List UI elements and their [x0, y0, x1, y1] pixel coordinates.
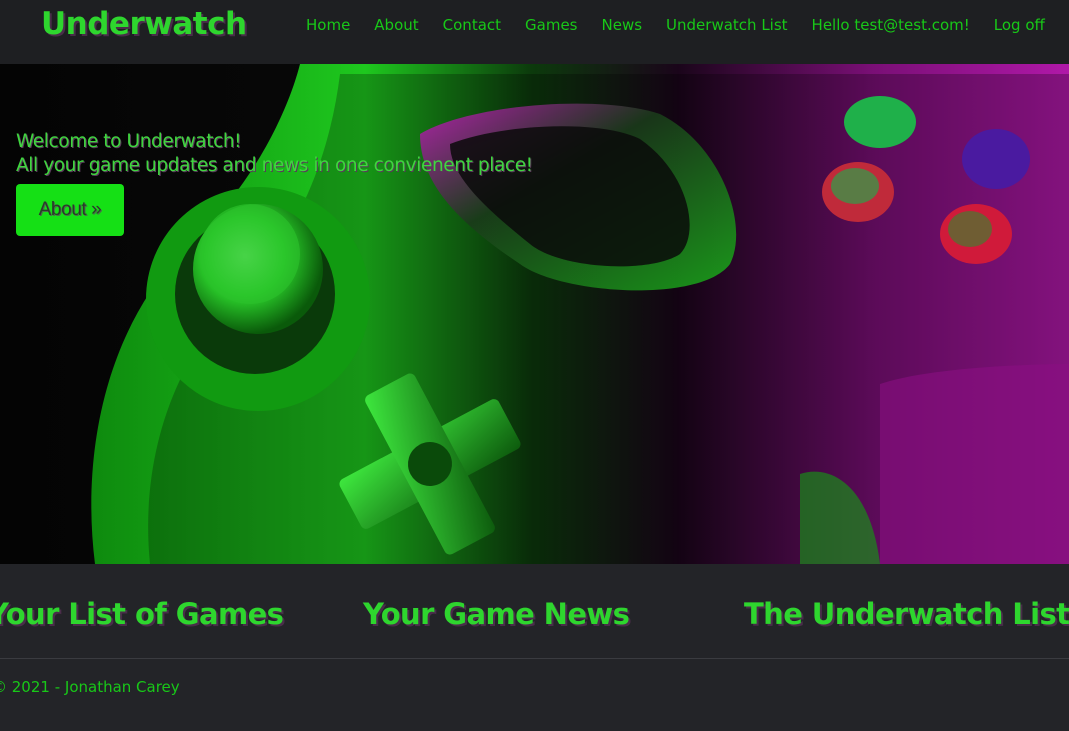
games-list-heading[interactable]: Your List of Games — [0, 597, 284, 631]
nav-menu: Home About Contact Games News Underwatch… — [306, 16, 1045, 34]
about-button[interactable]: About » — [16, 184, 124, 236]
nav-games[interactable]: Games — [525, 16, 577, 34]
nav-home[interactable]: Home — [306, 16, 350, 34]
hero-welcome: Welcome to Underwatch! — [16, 131, 242, 152]
nav-underwatch-list[interactable]: Underwatch List — [666, 16, 788, 34]
nav-contact[interactable]: Contact — [443, 16, 501, 34]
underwatch-list-heading[interactable]: The Underwatch List — [744, 597, 1069, 631]
nav-logoff[interactable]: Log off — [994, 16, 1045, 34]
hero-banner: Welcome to Underwatch! All your game upd… — [0, 64, 1069, 564]
hero-text: Welcome to Underwatch! All your game upd… — [16, 130, 533, 178]
nav-news[interactable]: News — [602, 16, 643, 34]
brand-link[interactable]: Underwatch — [41, 6, 247, 42]
footer-copyright: © 2021 - Jonathan Carey — [0, 678, 180, 696]
hero-tagline: All your game updates and news in one co… — [16, 155, 533, 176]
nav-about[interactable]: About — [374, 16, 418, 34]
nav-user-greeting[interactable]: Hello test@test.com! — [812, 16, 970, 34]
game-news-heading[interactable]: Your Game News — [363, 597, 630, 631]
section-links: Your List of Games Your Game News The Un… — [0, 564, 1069, 659]
navbar: Underwatch Home About Contact Games News… — [0, 0, 1069, 64]
